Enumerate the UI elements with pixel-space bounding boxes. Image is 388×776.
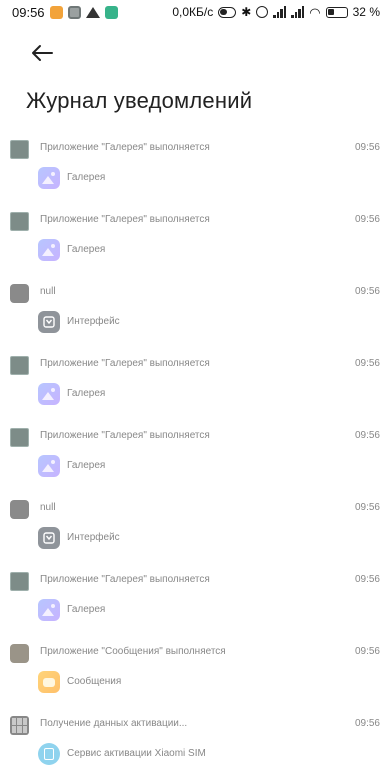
system-ui-icon [38, 527, 60, 549]
app-name: Сервис активации Xiaomi SIM [67, 748, 206, 759]
notification-entry[interactable]: null 09:56 Интерфейс [0, 494, 388, 566]
app-status-icon [104, 5, 118, 19]
gallery-notification-icon [10, 572, 29, 591]
sim-notification-icon [10, 716, 29, 735]
notification-title: Приложение "Галерея" выполняется [40, 142, 210, 153]
gallery-notification-icon [10, 356, 29, 375]
notification-entry[interactable]: Получение данных активации... 09:56 Серв… [0, 710, 388, 776]
messages-notification-icon [10, 644, 29, 663]
app-name: Галерея [67, 604, 106, 615]
notification-entry[interactable]: Приложение "Сообщения" выполняется 09:56… [0, 638, 388, 710]
messages-icon [38, 671, 60, 693]
notification-entry[interactable]: Приложение "Галерея" выполняется 09:56 Г… [0, 566, 388, 638]
battery-percent: 32 % [352, 5, 380, 19]
notification-entry[interactable]: Приложение "Галерея" выполняется 09:56 Г… [0, 134, 388, 206]
status-bar-left: 09:56 [12, 5, 118, 20]
notification-time: 09:56 [354, 646, 380, 657]
notification-title: Приложение "Галерея" выполняется [40, 574, 210, 585]
system-ui-icon [38, 311, 60, 333]
gallery-icon [38, 239, 60, 261]
gallery-icon [38, 599, 60, 621]
app-name: Галерея [67, 460, 106, 471]
gallery-notification-icon [10, 428, 29, 447]
gallery-notification-icon [10, 212, 29, 231]
alarm-icon [256, 6, 269, 18]
app-name: Галерея [67, 388, 106, 399]
notification-time: 09:56 [354, 358, 380, 369]
network-speed: 0,0КБ/с [172, 5, 214, 19]
status-bar: 09:56 0,0КБ/с ✱ ◠ 32 % [0, 0, 388, 24]
wifi-icon: ◠ [309, 4, 321, 20]
page-title: Журнал уведомлений [26, 88, 253, 113]
notification-entry[interactable]: Приложение "Галерея" выполняется 09:56 Г… [0, 350, 388, 422]
notification-title: Приложение "Сообщения" выполняется [40, 646, 226, 657]
app-name: Интерфейс [67, 532, 120, 543]
gallery-icon [38, 167, 60, 189]
status-bar-right: 0,0КБ/с ✱ ◠ 32 % [172, 5, 380, 19]
notification-app-icon [49, 5, 63, 19]
notification-time: 09:56 [354, 430, 380, 441]
notification-time: 09:56 [354, 574, 380, 585]
notification-time: 09:56 [354, 502, 380, 513]
app-name: Галерея [67, 172, 106, 183]
notification-time: 09:56 [354, 286, 380, 297]
toggle-status-icon [218, 6, 237, 18]
notification-entry[interactable]: Приложение "Галерея" выполняется 09:56 Г… [0, 422, 388, 494]
warning-icon [85, 6, 100, 18]
signal-icon [273, 6, 287, 18]
notification-time: 09:56 [354, 718, 380, 729]
back-button[interactable] [22, 38, 62, 68]
notification-title: null [40, 502, 56, 513]
signal-icon-2 [291, 6, 305, 18]
arrow-left-icon [32, 45, 53, 61]
notification-title: Приложение "Галерея" выполняется [40, 214, 210, 225]
notification-title: Получение данных активации... [40, 718, 188, 729]
status-time: 09:56 [12, 4, 45, 20]
null-notification-icon [10, 500, 29, 519]
battery-icon [325, 6, 348, 18]
notification-entry[interactable]: Приложение "Галерея" выполняется 09:56 Г… [0, 206, 388, 278]
notification-title: null [40, 286, 56, 297]
gallery-notification-icon [10, 140, 29, 159]
notification-title: Приложение "Галерея" выполняется [40, 430, 210, 441]
notification-log-list: Приложение "Галерея" выполняется 09:56 Г… [0, 134, 388, 776]
gallery-icon [38, 383, 60, 405]
app-name: Сообщения [67, 676, 122, 687]
notification-time: 09:56 [354, 214, 380, 225]
notification-title: Приложение "Галерея" выполняется [40, 358, 210, 369]
notification-time: 09:56 [354, 142, 380, 153]
bluetooth-icon: ✱ [241, 5, 252, 19]
notification-entry[interactable]: null 09:56 Интерфейс [0, 278, 388, 350]
null-notification-icon [10, 284, 29, 303]
gallery-status-icon [67, 5, 81, 19]
gallery-icon [38, 455, 60, 477]
app-name: Галерея [67, 244, 106, 255]
app-name: Интерфейс [67, 316, 120, 327]
sim-activation-icon [38, 743, 60, 765]
